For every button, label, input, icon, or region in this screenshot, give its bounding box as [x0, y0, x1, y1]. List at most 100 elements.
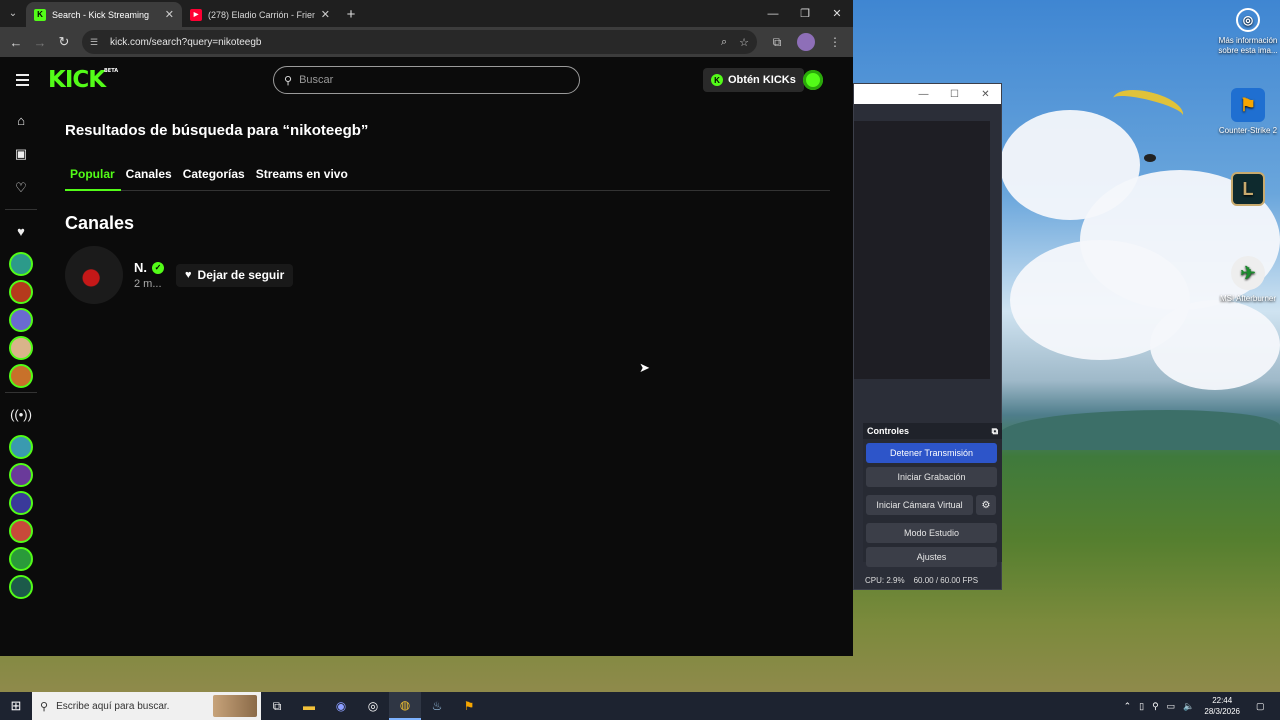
site-info-icon[interactable]: ☰	[90, 37, 104, 48]
live-channel-avatar[interactable]	[9, 435, 33, 459]
system-tray: ⌃ ▯ ⚲ ▭ 🔈 22:44 28/3/2026 ▢	[1120, 692, 1280, 720]
kick-logo[interactable]: KICK BETA	[48, 67, 118, 93]
live-channel-avatar[interactable]	[9, 491, 33, 515]
tab-kick-search[interactable]: K Search - Kick Streaming ✕	[26, 2, 182, 27]
channel-avatar[interactable]	[65, 246, 123, 304]
start-recording-button[interactable]: Iniciar Grabación	[866, 467, 997, 487]
home-icon[interactable]: ⌂	[0, 103, 42, 137]
obs-window: — ☐ ✕ Controles ⧉ Detener Transmisión In…	[853, 83, 1002, 590]
stop-streaming-button[interactable]: Detener Transmisión	[866, 443, 997, 463]
browser-menu-icon[interactable]: ⋮	[821, 35, 849, 49]
discord-icon[interactable]: ◉	[325, 692, 357, 720]
forward-icon[interactable]: →	[28, 30, 52, 54]
search-icon: ⚲	[284, 74, 293, 87]
tab-channels[interactable]: Canales	[121, 158, 178, 191]
channel-followers: 2 m...	[134, 278, 162, 290]
tab-categories[interactable]: Categorías	[178, 158, 251, 191]
minimize-icon[interactable]: —	[757, 0, 789, 27]
search-icon: ⚲	[40, 700, 49, 713]
show-hidden-icons-icon[interactable]: ⌃	[1124, 701, 1132, 712]
followed-channel-avatar[interactable]	[9, 252, 33, 276]
back-icon[interactable]: ←	[4, 30, 28, 54]
start-virtual-camera-button[interactable]: Iniciar Cámara Virtual	[866, 495, 973, 515]
page-title: Resultados de búsqueda para “nikoteegb”	[65, 122, 369, 139]
new-tab-button[interactable]: +	[338, 2, 364, 27]
desktop-icon-league[interactable]: L	[1212, 172, 1280, 210]
live-broadcast-icon: ((•))	[10, 406, 32, 422]
zoom-icon[interactable]: ⌕	[721, 36, 727, 49]
get-kicks-button[interactable]: K Obtén KICKs	[703, 68, 804, 92]
settings-button[interactable]: Ajustes	[866, 547, 997, 567]
results-tabs: Popular Canales Categorías Streams en vi…	[65, 158, 830, 191]
unfollow-button[interactable]: ♥ Dejar de seguir	[176, 263, 294, 287]
tab-search-icon[interactable]: ⌄	[0, 0, 26, 27]
bookmark-star-icon[interactable]: ☆	[739, 36, 749, 49]
tab-youtube[interactable]: ▶ (278) Eladio Carrión - Friends (V ✕	[182, 2, 338, 27]
gear-icon[interactable]: ⚙	[976, 495, 996, 515]
search-placeholder: Buscar	[299, 74, 334, 86]
task-view-icon[interactable]: ⧉	[261, 692, 293, 720]
dock-menu-icon[interactable]: ⧉	[992, 426, 998, 437]
counter-strike-taskbar-icon[interactable]: ⚑	[453, 692, 485, 720]
taskbar-search-input[interactable]: ⚲ Escribe aquí para buscar.	[32, 692, 261, 720]
camera-icon: ◎	[1236, 8, 1260, 32]
heart-icon: ♥	[185, 269, 192, 281]
maximize-icon[interactable]: ☐	[939, 89, 970, 100]
notification-icon[interactable]: ▢	[1256, 701, 1276, 712]
following-icon[interactable]: ♡	[0, 171, 42, 205]
live-channel-avatar[interactable]	[9, 547, 33, 571]
obs-icon[interactable]: ◎	[357, 692, 389, 720]
studio-mode-button[interactable]: Modo Estudio	[866, 523, 997, 543]
live-channel-avatar[interactable]	[9, 575, 33, 599]
league-of-legends-icon: L	[1231, 172, 1265, 206]
kick-coin-icon: K	[711, 74, 723, 86]
close-icon[interactable]: ✕	[821, 0, 853, 27]
obs-status-bar: CPU: 2.9% 60.00 / 60.00 FPS	[854, 569, 1003, 591]
desktop-icon-counter-strike[interactable]: ⚑ Counter-Strike 2	[1212, 88, 1280, 136]
network-icon[interactable]: ▭	[1167, 701, 1176, 712]
menu-icon[interactable]	[16, 74, 38, 86]
fps-readout: 60.00 / 60.00 FPS	[913, 575, 979, 585]
followed-channel-avatar[interactable]	[9, 336, 33, 360]
obs-controls-title: Controles	[867, 426, 910, 436]
browser-toolbar: ← → ↻ ☰ kick.com/search?query=nikoteegb …	[0, 27, 853, 57]
tab-close-icon[interactable]: ✕	[165, 8, 174, 21]
search-highlight-image	[213, 695, 257, 717]
reload-icon[interactable]: ↻	[52, 30, 76, 54]
search-results: Resultados de búsqueda para “nikoteegb” …	[42, 103, 853, 656]
speaker-icon[interactable]: 🔈	[1183, 701, 1194, 712]
extensions-icon[interactable]: ⧉	[763, 35, 791, 50]
search-input[interactable]: ⚲ Buscar	[273, 66, 580, 94]
tab-live-streams[interactable]: Streams en vivo	[251, 158, 354, 191]
chrome-icon[interactable]: ◍	[389, 692, 421, 720]
profile-avatar[interactable]	[797, 33, 815, 51]
minimize-icon[interactable]: —	[908, 89, 939, 100]
channel-name[interactable]: N.	[134, 260, 147, 275]
system-clock[interactable]: 22:44 28/3/2026	[1204, 695, 1240, 717]
desktop-icon-spotlight[interactable]: ◎ Más información sobre esta ima...	[1212, 8, 1280, 56]
tab-close-icon[interactable]: ✕	[321, 8, 330, 21]
kick-sidebar: ⌂ ▣ ♡ ♥ ((•))	[0, 103, 42, 656]
steam-icon[interactable]: ♨	[421, 692, 453, 720]
followed-channel-avatar[interactable]	[9, 364, 33, 388]
youtube-favicon-icon: ▶	[190, 8, 202, 21]
address-bar[interactable]: ☰ kick.com/search?query=nikoteegb ⌕ ☆	[82, 30, 757, 54]
tab-popular[interactable]: Popular	[65, 158, 121, 191]
followed-channel-avatar[interactable]	[9, 280, 33, 304]
battery-icon[interactable]: ▯	[1139, 701, 1144, 712]
channel-result[interactable]: N. ✓ 2 m... ♥ Dejar de seguir	[65, 246, 294, 304]
live-channel-avatar[interactable]	[9, 463, 33, 487]
user-avatar[interactable]	[803, 70, 823, 90]
followed-channel-avatar[interactable]	[9, 308, 33, 332]
restore-icon[interactable]: ❐	[789, 0, 821, 27]
taskbar: ⊞ ⚲ Escribe aquí para buscar. ⧉ ▬ ◉ ◎ ◍ …	[0, 692, 1280, 720]
browse-icon[interactable]: ▣	[0, 137, 42, 171]
followed-heart-icon: ♥	[17, 223, 25, 239]
desktop-icon-msi-afterburner[interactable]: ✈ MSI Afterburner	[1212, 256, 1280, 304]
usb-icon[interactable]: ⚲	[1152, 701, 1159, 712]
counter-strike-icon: ⚑	[1231, 88, 1265, 122]
live-channel-avatar[interactable]	[9, 519, 33, 543]
close-icon[interactable]: ✕	[970, 89, 1001, 100]
file-explorer-icon[interactable]: ▬	[293, 692, 325, 720]
windows-start-icon[interactable]: ⊞	[0, 692, 32, 720]
